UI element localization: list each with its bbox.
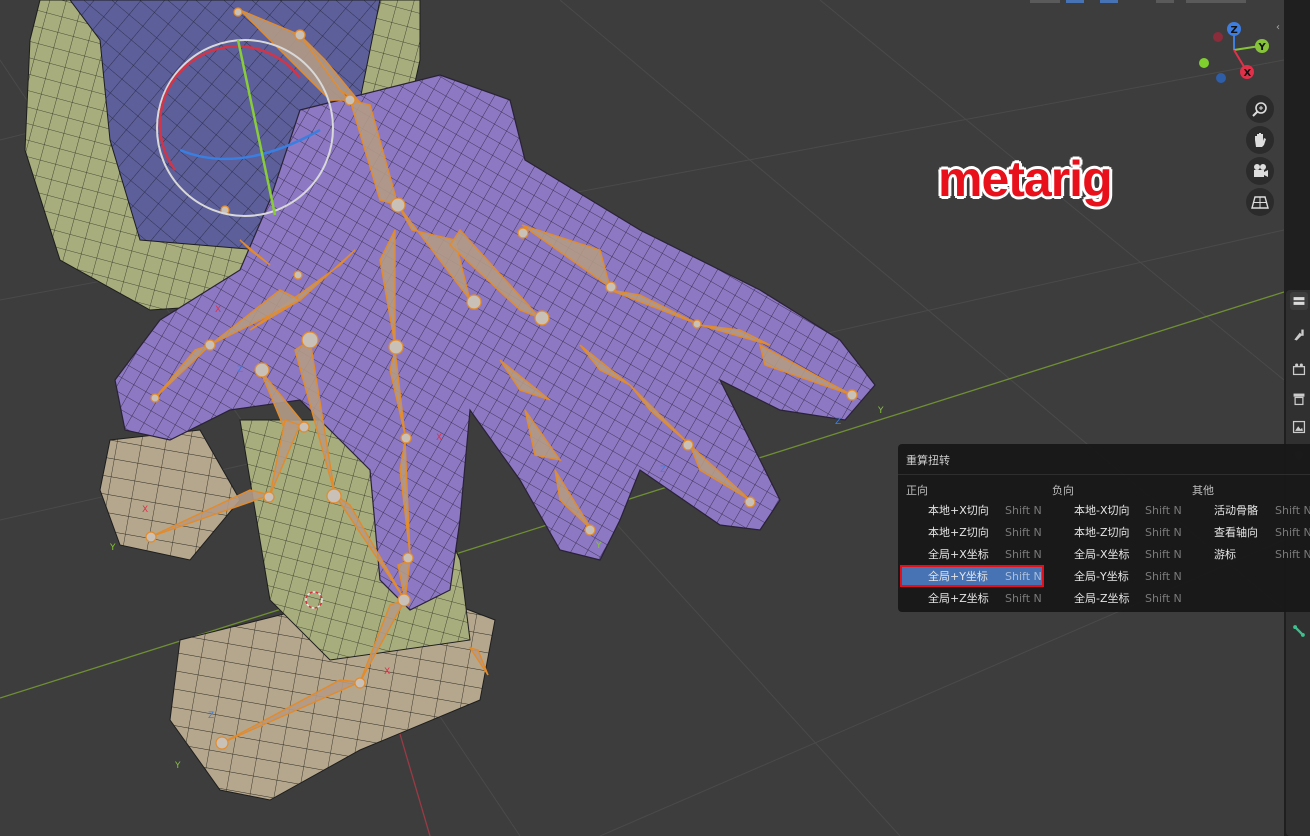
hand-pan-icon[interactable] [1246, 126, 1274, 154]
svg-text:Z: Z [237, 365, 243, 375]
svg-text:Y: Y [877, 406, 884, 416]
svg-text:Z: Z [208, 711, 214, 721]
output-icon[interactable] [1290, 360, 1308, 378]
svg-text:Y: Y [109, 543, 116, 553]
metarig-label: metarig [938, 151, 1113, 207]
svg-text:X: X [215, 305, 221, 315]
bone-icon[interactable] [1290, 622, 1308, 640]
svg-text:X: X [142, 505, 148, 515]
camera-icon[interactable] [1246, 157, 1274, 185]
menu-item-local-pos-x[interactable]: 本地+X切向 Shift N [898, 500, 1044, 520]
menu-item-global-neg-x[interactable]: 全局-X坐标 Shift N [1044, 544, 1190, 564]
svg-text:Y: Y [1258, 42, 1267, 53]
svg-text:X: X [1244, 68, 1252, 79]
navigation-gizmo[interactable]: Z Y X [1196, 20, 1276, 90]
menu-item-cursor[interactable]: 游标 Shift N [1184, 544, 1310, 564]
column-header-negative: 负向 [1052, 484, 1074, 497]
menu-item-local-pos-z[interactable]: 本地+Z切向 Shift N [898, 522, 1044, 542]
menu-item-global-neg-z[interactable]: 全局-Z坐标 Shift N [1044, 588, 1190, 608]
render-icon[interactable] [1290, 326, 1308, 344]
view-layer-icon[interactable] [1290, 390, 1308, 408]
svg-text:X: X [384, 667, 390, 677]
svg-text:Z: Z [660, 465, 666, 475]
menu-item-active-bone[interactable]: 活动骨骼 Shift N [1184, 500, 1310, 520]
sidebar-collapse-icon[interactable]: ‹ [1276, 22, 1284, 34]
svg-text:Y: Y [174, 761, 181, 771]
annotation-highlight-box [900, 565, 1044, 587]
column-header-positive: 正向 [906, 484, 928, 497]
svg-text:Y: Y [595, 541, 602, 551]
svg-text:X: X [436, 433, 442, 443]
3d-viewport[interactable]: Y X Y Z Z X Y Z X X Y Z metarig Z Y X [0, 0, 1284, 836]
menu-item-global-pos-x[interactable]: 全局+X坐标 Shift N [898, 544, 1044, 564]
menu-item-view-axis[interactable]: 查看轴向 Shift N [1184, 522, 1310, 542]
scene-icon[interactable] [1290, 418, 1308, 436]
zoom-icon[interactable] [1246, 95, 1274, 123]
menu-item-local-neg-z[interactable]: 本地-Z切向 Shift N [1044, 522, 1190, 542]
tool-icon[interactable] [1290, 292, 1308, 310]
menu-separator [898, 474, 1310, 475]
menu-item-global-pos-z[interactable]: 全局+Z坐标 Shift N [898, 588, 1044, 608]
svg-text:Z: Z [1231, 25, 1238, 36]
menu-item-local-neg-x[interactable]: 本地-X切向 Shift N [1044, 500, 1190, 520]
scene-canvas[interactable]: Y X Y Z Z X Y Z X X Y Z [0, 0, 1284, 836]
menu-item-global-neg-y[interactable]: 全局-Y坐标 Shift N [1044, 566, 1190, 586]
pad-mesh [99, 429, 241, 561]
grid-ortho-icon[interactable] [1246, 188, 1274, 216]
column-header-other: 其他 [1192, 484, 1214, 497]
menu-title: 重算扭转 [906, 454, 950, 467]
svg-text:Z: Z [835, 417, 841, 427]
